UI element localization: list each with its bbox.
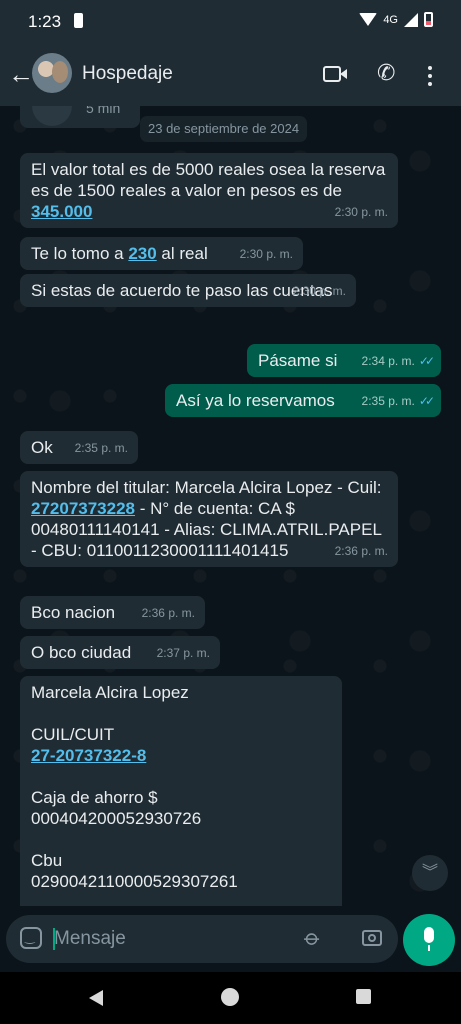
- nav-back-icon[interactable]: [89, 990, 103, 1006]
- message-timestamp: 2:30 p. m.: [240, 244, 293, 265]
- message-link[interactable]: 27-20737322-8: [31, 746, 146, 765]
- timestamp-text: 2:36 p. m.: [141, 606, 195, 620]
- message-text-part: O bco ciudad: [31, 643, 132, 662]
- message-text-part: Ok: [31, 438, 53, 457]
- timestamp-text: 2:34 p. m.: [361, 354, 415, 368]
- message-text-part: Caja de ahorro $ 000404200052930726 Cbu …: [31, 788, 238, 891]
- timestamp-text: 2:30 p. m.: [334, 205, 388, 219]
- more-vert-icon[interactable]: [428, 66, 432, 86]
- message-timestamp: 2:36 p. m.: [335, 541, 388, 562]
- message-text-part: Bco nacion: [31, 603, 116, 622]
- message-text-part: Nombre del titular: Marcela Alcira Lopez…: [31, 478, 387, 497]
- message-text-part: Te lo tomo a: [31, 244, 129, 263]
- double-check-icon: ✓✓: [418, 354, 435, 368]
- wifi-icon: [359, 13, 378, 26]
- composer-bar: Mensaje ⌀: [0, 906, 461, 972]
- sticker-icon[interactable]: [20, 927, 42, 949]
- double-chevron-down-icon[interactable]: ︾: [412, 855, 448, 891]
- message-bubble-out[interactable]: Pásame si 2:34 p. m. ✓✓: [247, 344, 441, 377]
- timestamp-text: 2:30 p. m.: [239, 247, 293, 261]
- arrow-left-icon[interactable]: ←: [8, 60, 34, 88]
- paperclip-icon[interactable]: ⌀: [299, 924, 326, 952]
- message-text-part: Si estas de acuerdo te paso las cuentas: [31, 281, 333, 300]
- message-text-part: Pásame si: [258, 351, 338, 370]
- mic-button[interactable]: [403, 914, 455, 966]
- message-timestamp: 2:35 p. m.: [75, 438, 128, 459]
- media-thumbnail: [32, 106, 72, 126]
- date-chip: 23 de septiembre de 2024: [140, 116, 308, 142]
- message-list[interactable]: 5 min 23 de septiembre de 2024 El valor …: [0, 106, 461, 906]
- message-bubble-in[interactable]: Bco nacion 2:36 p. m.: [20, 596, 205, 629]
- message-timestamp: 2:35 p. m. ✓✓: [361, 391, 436, 412]
- message-timestamp: 2:37 p. m.: [157, 643, 210, 664]
- media-duration: 5 min: [86, 106, 121, 116]
- timestamp-text: 2:36 p. m.: [334, 544, 388, 558]
- message-link[interactable]: 27207373228: [31, 499, 135, 518]
- notification-icon: [74, 13, 83, 28]
- input-placeholder: Mensaje: [54, 928, 126, 949]
- network-type: 4G: [383, 13, 398, 26]
- video-call-icon[interactable]: [323, 66, 347, 82]
- message-bubble-out[interactable]: Así ya lo reservamos 2:35 p. m. ✓✓: [165, 384, 441, 417]
- message-text-part: al real: [156, 244, 208, 263]
- mic-icon: [424, 927, 434, 951]
- message-text: Marcela Alcira Lopez CUIL/CUIT 27-207373…: [31, 682, 332, 892]
- camera-icon[interactable]: [362, 930, 382, 946]
- message-timestamp: 2:34 p. m. ✓✓: [361, 351, 436, 372]
- battery-icon: [424, 12, 433, 27]
- phone-icon[interactable]: ✆: [377, 62, 395, 84]
- message-input[interactable]: Mensaje ⌀: [6, 915, 398, 963]
- message-timestamp: 2:30 p. m.: [293, 281, 346, 302]
- signal-icon: [404, 12, 418, 27]
- message-text-part: Marcela Alcira Lopez CUIL/CUIT: [31, 683, 189, 744]
- message-bubble-in[interactable]: Nombre del titular: Marcela Alcira Lopez…: [20, 471, 398, 567]
- status-time: 1:23: [28, 12, 62, 31]
- message-timestamp: 2:30 p. m.: [335, 202, 388, 223]
- message-bubble-in[interactable]: O bco ciudad 2:37 p. m.: [20, 636, 220, 669]
- message-bubble-in[interactable]: Marcela Alcira Lopez CUIL/CUIT 27-207373…: [20, 676, 342, 906]
- message-link[interactable]: 230: [128, 244, 156, 263]
- message-bubble-in[interactable]: Ok 2:35 p. m.: [20, 431, 138, 464]
- message-text-part: El valor total es de 5000 reales osea la…: [31, 160, 391, 200]
- status-icons: 4G: [359, 12, 433, 27]
- partial-message-bubble[interactable]: 5 min: [20, 106, 140, 128]
- nav-recents-icon[interactable]: [356, 989, 371, 1004]
- message-text-part: Así ya lo reservamos: [176, 391, 335, 410]
- message-bubble-in[interactable]: Si estas de acuerdo te paso las cuentas 2…: [20, 274, 356, 307]
- message-bubble-in[interactable]: Te lo tomo a 230 al real 2:30 p. m.: [20, 237, 303, 270]
- message-link[interactable]: 345.000: [31, 202, 92, 221]
- nav-home-icon[interactable]: [221, 988, 239, 1006]
- double-check-icon: ✓✓: [418, 394, 435, 408]
- timestamp-text: 2:35 p. m.: [74, 441, 128, 455]
- status-bar: 1:23 4G: [0, 0, 461, 44]
- timestamp-text: 2:35 p. m.: [361, 394, 415, 408]
- chat-header: ← Hospedaje ✆: [0, 44, 461, 106]
- contact-name[interactable]: Hospedaje: [82, 63, 173, 85]
- message-timestamp: 2:36 p. m.: [142, 603, 195, 624]
- avatar[interactable]: [32, 53, 72, 93]
- timestamp-text: 2:30 p. m.: [292, 284, 346, 298]
- timestamp-text: 2:37 p. m.: [156, 646, 210, 660]
- message-bubble-in[interactable]: El valor total es de 5000 reales osea la…: [20, 153, 398, 228]
- system-nav-bar: [0, 972, 461, 1024]
